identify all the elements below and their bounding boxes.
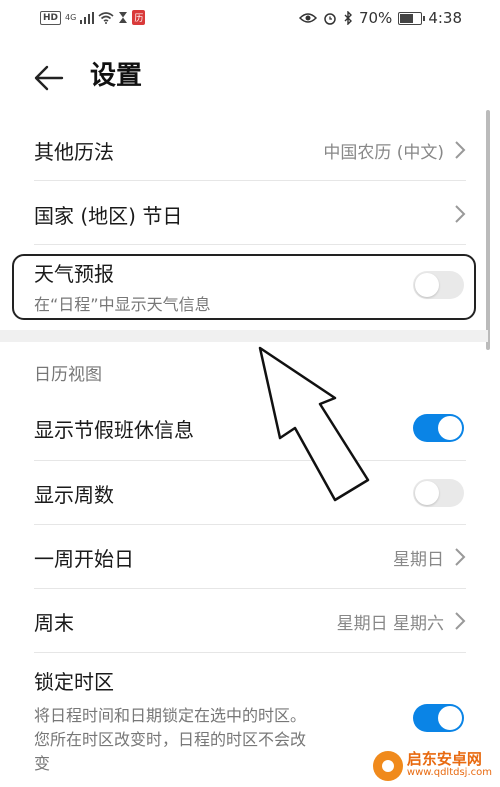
pointer-arrow-annotation bbox=[258, 346, 370, 502]
row-weather[interactable]: 天气预报 在“日程”中显示天气信息 bbox=[0, 256, 500, 320]
divider bbox=[34, 524, 466, 525]
page-title: 设置 bbox=[90, 61, 143, 91]
row-label: 其他历法 bbox=[34, 140, 114, 164]
toggle-knob bbox=[438, 416, 462, 440]
divider bbox=[34, 244, 466, 245]
status-left: HD 4G 历 bbox=[40, 10, 146, 25]
network-type: 4G bbox=[65, 13, 77, 22]
back-arrow-icon[interactable] bbox=[32, 60, 68, 96]
row-label: 一周开始日 bbox=[34, 547, 134, 571]
bluetooth-icon bbox=[344, 11, 352, 25]
show-week-toggle[interactable] bbox=[413, 479, 464, 507]
row-label: 显示节假班休信息 bbox=[34, 418, 194, 442]
toggle-knob bbox=[415, 481, 439, 505]
divider bbox=[34, 652, 466, 653]
row-label: 周末 bbox=[34, 611, 74, 635]
chevron-right-icon bbox=[455, 141, 466, 159]
status-bar: HD 4G 历 70% 4:38 bbox=[0, 0, 500, 38]
row-sublabel: 将日程时间和日期锁定在选中的时区。 bbox=[34, 706, 307, 725]
row-sublabel: 您所在时区改变时，日程的时区不会改 bbox=[34, 730, 307, 749]
row-label: 国家 (地区) 节日 bbox=[34, 204, 183, 228]
weather-toggle[interactable] bbox=[413, 271, 464, 299]
hd-icon: HD bbox=[40, 10, 62, 25]
eye-icon bbox=[298, 13, 317, 23]
signal-icon bbox=[80, 11, 95, 24]
chevron-right-icon bbox=[455, 205, 466, 223]
row-label: 显示周数 bbox=[34, 483, 114, 507]
row-weekend[interactable]: 周末 星期日 星期六 bbox=[0, 591, 500, 651]
show-holiday-toggle[interactable] bbox=[413, 414, 464, 442]
toggle-knob bbox=[438, 706, 462, 730]
lock-timezone-toggle[interactable] bbox=[413, 704, 464, 732]
clock: 4:38 bbox=[428, 9, 462, 27]
watermark-logo-icon bbox=[372, 751, 403, 781]
watermark-url: www.qdltdsj.com bbox=[406, 767, 492, 778]
row-other-calendar[interactable]: 其他历法 中国农历 (中文) bbox=[0, 120, 500, 180]
row-week-start[interactable]: 一周开始日 星期日 bbox=[0, 527, 500, 587]
section-header: 日历视图 bbox=[34, 365, 102, 385]
toggle-knob bbox=[415, 273, 439, 297]
battery-percent: 70% bbox=[358, 9, 393, 27]
row-sublabel: 变 bbox=[34, 754, 51, 773]
row-value: 中国农历 (中文) bbox=[323, 143, 444, 163]
row-label: 锁定时区 bbox=[34, 670, 114, 694]
watermark-title: 启东安卓网 bbox=[406, 750, 482, 768]
alarm-icon bbox=[324, 13, 336, 25]
row-label: 天气预报 bbox=[34, 262, 114, 286]
chevron-right-icon bbox=[455, 548, 466, 566]
row-holidays[interactable]: 国家 (地区) 节日 bbox=[0, 184, 500, 244]
wifi-icon bbox=[98, 11, 114, 24]
chevron-right-icon bbox=[455, 612, 466, 630]
battery-icon bbox=[398, 11, 426, 25]
calendar-app-icon: 历 bbox=[132, 10, 146, 25]
status-right: 70% 4:38 bbox=[298, 9, 462, 27]
hourglass-icon bbox=[119, 12, 128, 23]
divider bbox=[34, 588, 466, 589]
row-value: 星期日 bbox=[393, 550, 444, 570]
row-sublabel: 在“日程”中显示天气信息 bbox=[34, 295, 211, 314]
divider bbox=[34, 180, 466, 181]
watermark: 启东安卓网 www.qdltdsj.com bbox=[372, 750, 492, 781]
row-value: 星期日 星期六 bbox=[336, 614, 444, 634]
